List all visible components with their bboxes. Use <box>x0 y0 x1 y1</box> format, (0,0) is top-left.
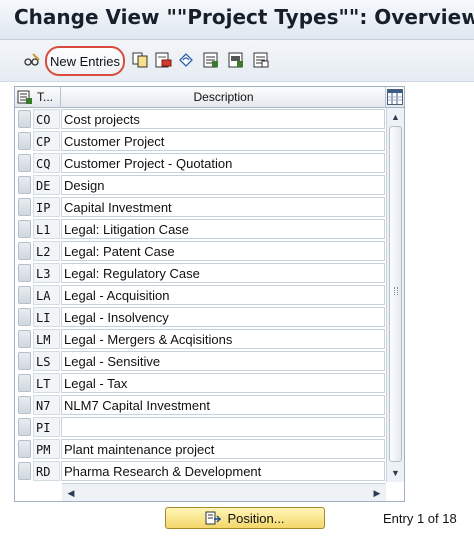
table-row[interactable]: L2 Legal: Patent Case <box>15 240 386 262</box>
cell-description[interactable]: Customer Project <box>61 131 385 151</box>
row-selector[interactable] <box>18 198 31 216</box>
position-button[interactable]: Position... <box>165 507 325 529</box>
cell-description[interactable]: Capital Investment <box>61 197 385 217</box>
scroll-up-icon[interactable]: ▲ <box>387 110 404 124</box>
scroll-right-icon[interactable]: ▶ <box>370 486 384 500</box>
table-row[interactable]: LS Legal - Sensitive <box>15 350 386 372</box>
table-row[interactable]: DE Design <box>15 174 386 196</box>
vertical-scrollbar[interactable]: ▲ ▼ <box>386 108 404 482</box>
cell-description[interactable]: NLM7 Capital Investment <box>61 395 385 415</box>
table-row[interactable]: PM Plant maintenance project <box>15 438 386 460</box>
new-entries-button[interactable]: New Entries <box>45 46 125 76</box>
table-header: T... Description <box>15 87 404 108</box>
cell-project-type-code: LM <box>33 329 60 349</box>
row-selector[interactable] <box>18 462 31 480</box>
row-selector[interactable] <box>18 176 31 194</box>
cell-project-type-code: L3 <box>33 263 60 283</box>
table-row[interactable]: IP Capital Investment <box>15 196 386 218</box>
table-row[interactable]: N7 NLM7 Capital Investment <box>15 394 386 416</box>
row-selector[interactable] <box>18 286 31 304</box>
scroll-left-icon[interactable]: ◀ <box>64 486 78 500</box>
table-row[interactable]: CO Cost projects <box>15 108 386 130</box>
column-header-description[interactable]: Description <box>62 87 386 108</box>
row-selector[interactable] <box>18 418 31 436</box>
delete-icon[interactable] <box>153 50 173 70</box>
title-bar: Change View ""Project Types"": Overview <box>0 0 474 40</box>
cell-description[interactable]: Legal: Patent Case <box>61 241 385 261</box>
cell-project-type-code: LA <box>33 285 60 305</box>
footer-bar: Position... Entry 1 of 18 <box>0 503 474 539</box>
row-selector[interactable] <box>18 330 31 348</box>
select-block-icon[interactable] <box>226 50 246 70</box>
table-row[interactable]: LM Legal - Mergers & Acqisitions <box>15 328 386 350</box>
edit-glasses-icon[interactable] <box>22 50 42 70</box>
horizontal-scrollbar[interactable]: ◀ ▶ <box>62 483 386 501</box>
row-selector[interactable] <box>18 264 31 282</box>
table-row[interactable]: LT Legal - Tax <box>15 372 386 394</box>
table-settings-icon[interactable] <box>387 89 403 105</box>
row-selector[interactable] <box>18 220 31 238</box>
cell-description[interactable]: Customer Project - Quotation <box>61 153 385 173</box>
cell-description[interactable]: Pharma Research & Development <box>61 461 385 481</box>
cell-project-type-code: CQ <box>33 153 60 173</box>
row-selector[interactable] <box>18 110 31 128</box>
cell-description[interactable]: Legal - Tax <box>61 373 385 393</box>
cell-description[interactable]: Cost projects <box>61 109 385 129</box>
window-title: Change View ""Project Types"": Overview <box>14 5 474 29</box>
table-row[interactable]: LA Legal - Acquisition <box>15 284 386 306</box>
toolbar: New Entries <box>0 40 474 82</box>
column-header-type[interactable]: T... <box>35 87 61 108</box>
cell-project-type-code: IP <box>33 197 60 217</box>
cell-project-type-code: LT <box>33 373 60 393</box>
scroll-grip-icon <box>394 287 398 295</box>
cell-description[interactable]: Design <box>61 175 385 195</box>
row-selector[interactable] <box>18 308 31 326</box>
table-row[interactable]: CP Customer Project <box>15 130 386 152</box>
cell-project-type-code: CO <box>33 109 60 129</box>
cell-description[interactable]: Legal: Regulatory Case <box>61 263 385 283</box>
cell-description[interactable]: Legal - Mergers & Acqisitions <box>61 329 385 349</box>
row-selector[interactable] <box>18 440 31 458</box>
table-row[interactable]: LI Legal - Insolvency <box>15 306 386 328</box>
table-row[interactable]: L3 Legal: Regulatory Case <box>15 262 386 284</box>
cell-description[interactable] <box>61 417 385 437</box>
position-icon <box>205 510 222 526</box>
select-all-rows-icon[interactable] <box>17 90 33 105</box>
cell-project-type-code: N7 <box>33 395 60 415</box>
table-row[interactable]: CQ Customer Project - Quotation <box>15 152 386 174</box>
cell-project-type-code: LI <box>33 307 60 327</box>
scroll-down-icon[interactable]: ▼ <box>387 466 404 480</box>
cell-description[interactable]: Legal: Litigation Case <box>61 219 385 239</box>
cell-project-type-code: CP <box>33 131 60 151</box>
row-selector[interactable] <box>18 132 31 150</box>
cell-project-type-code: PI <box>33 417 60 437</box>
cell-description[interactable]: Legal - Acquisition <box>61 285 385 305</box>
row-selector[interactable] <box>18 374 31 392</box>
cell-project-type-code: RD <box>33 461 60 481</box>
entry-status: Entry 1 of 18 <box>383 511 457 526</box>
project-types-table: T... Description CO Cost projects CP Custom… <box>14 86 405 502</box>
vertical-scroll-thumb[interactable] <box>389 126 402 462</box>
table-row[interactable]: RD Pharma Research & Development <box>15 460 386 482</box>
cell-project-type-code: PM <box>33 439 60 459</box>
row-selector[interactable] <box>18 154 31 172</box>
row-selector[interactable] <box>18 396 31 414</box>
table-row[interactable]: L1 Legal: Litigation Case <box>15 218 386 240</box>
row-selector[interactable] <box>18 242 31 260</box>
cell-project-type-code: LS <box>33 351 60 371</box>
select-all-icon[interactable] <box>201 50 221 70</box>
copy-icon[interactable] <box>130 50 150 70</box>
cell-description[interactable]: Legal - Sensitive <box>61 351 385 371</box>
cell-description[interactable]: Plant maintenance project <box>61 439 385 459</box>
cell-project-type-code: L1 <box>33 219 60 239</box>
deselect-all-icon[interactable] <box>251 50 271 70</box>
undo-icon[interactable] <box>176 50 196 70</box>
cell-project-type-code: DE <box>33 175 60 195</box>
cell-project-type-code: L2 <box>33 241 60 261</box>
position-label: Position... <box>227 510 285 526</box>
row-selector[interactable] <box>18 352 31 370</box>
cell-description[interactable]: Legal - Insolvency <box>61 307 385 327</box>
table-row[interactable]: PI <box>15 416 386 438</box>
